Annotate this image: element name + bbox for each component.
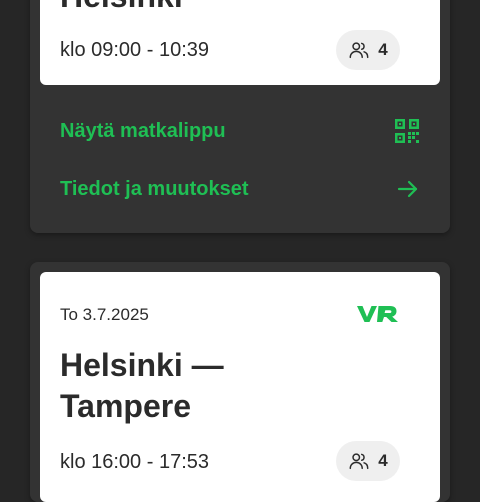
passenger-count: 4: [378, 40, 388, 59]
passenger-count-badge: 4: [336, 441, 400, 481]
show-ticket-button[interactable]: Näytä matkalippu: [30, 109, 450, 153]
passenger-count-badge: 4: [336, 30, 400, 70]
passenger-count: 4: [378, 451, 388, 470]
trip-route-line1: Helsinki —: [60, 347, 224, 383]
arrow-right-icon: [396, 177, 420, 201]
show-ticket-label: Näytä matkalippu: [60, 119, 226, 142]
vr-logo: [356, 303, 400, 330]
trip-date: To 3.7.2025: [60, 305, 149, 324]
details-and-changes-button[interactable]: Tiedot ja muutokset: [30, 167, 450, 211]
trip-time: klo 16:00 - 17:53: [60, 451, 209, 473]
trip-title: Helsinki: [60, 0, 183, 17]
passengers-icon: [348, 39, 370, 61]
trip-time: klo 09:00 - 10:39: [60, 39, 209, 61]
qr-code-icon: [394, 118, 420, 144]
passengers-icon: [348, 450, 370, 472]
trip-card-1-summary[interactable]: Helsinki klo 09:00 - 10:39 4: [40, 0, 440, 85]
trip-card-2-summary[interactable]: To 3.7.2025 Helsinki — Tampere klo 16:00…: [40, 272, 440, 502]
details-and-changes-label: Tiedot ja muutokset: [60, 177, 249, 200]
trip-route-line2: Tampere: [60, 388, 192, 424]
